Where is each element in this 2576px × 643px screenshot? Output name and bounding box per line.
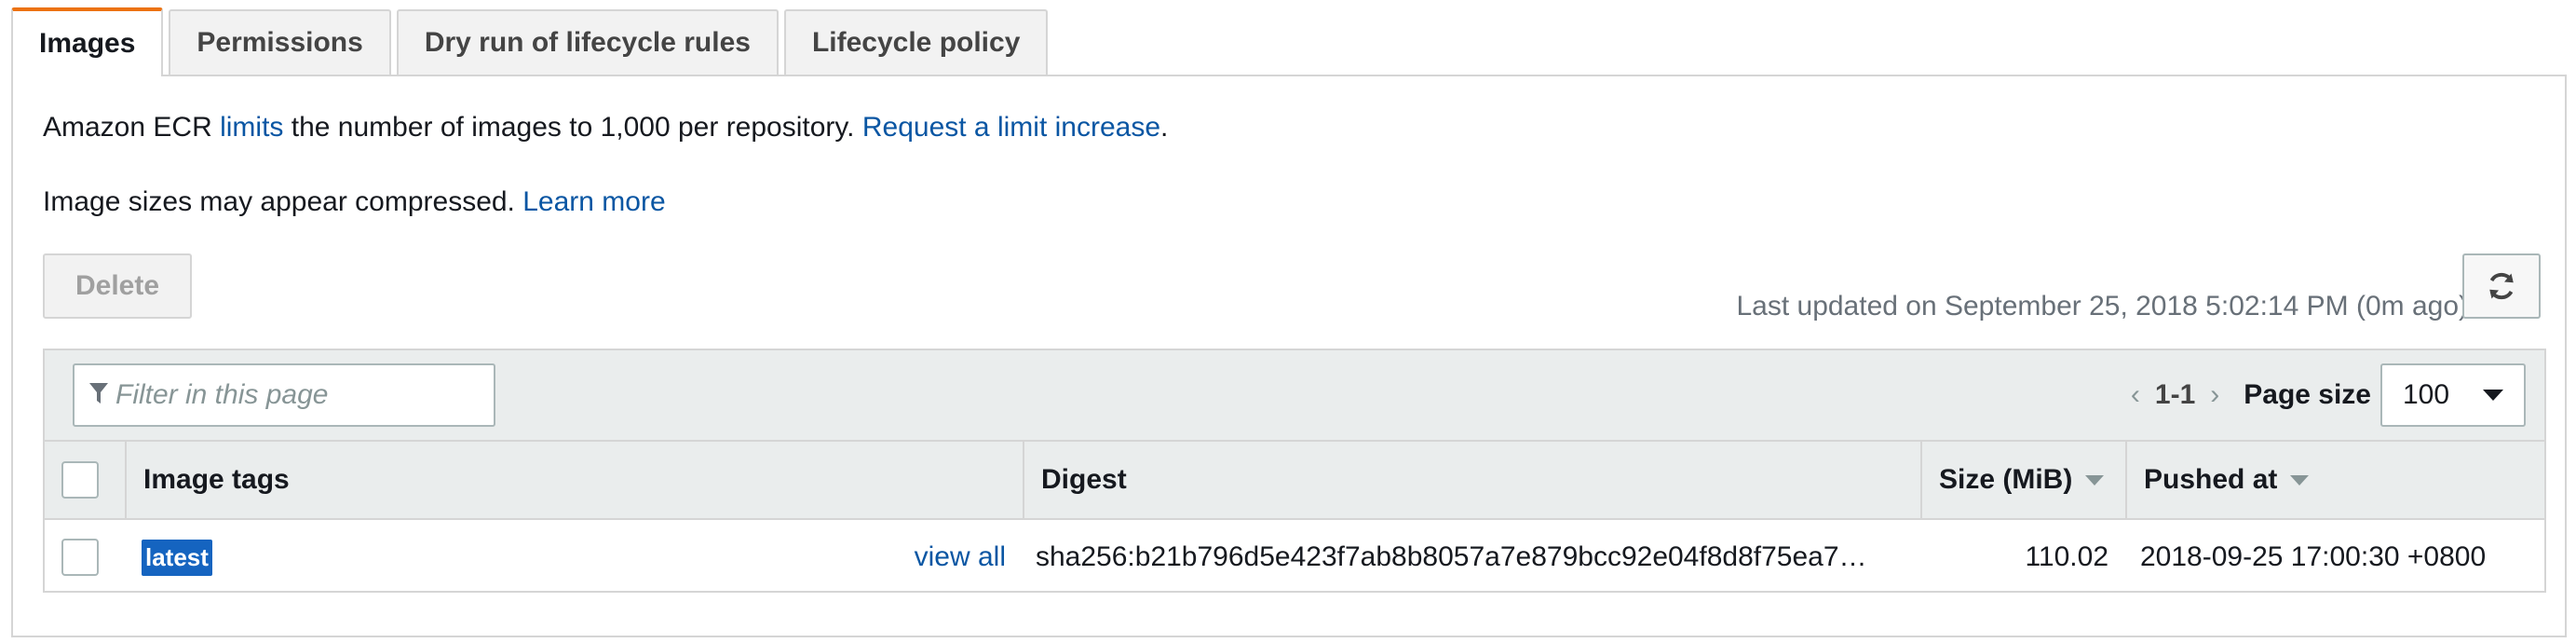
size-cell: 110.02 xyxy=(1922,520,2127,595)
image-tag-badge: latest xyxy=(142,539,212,576)
page-size-value: 100 xyxy=(2403,379,2450,410)
tab-dry-run-lifecycle-rules[interactable]: Dry run of lifecycle rules xyxy=(396,9,779,75)
next-page-icon[interactable]: › xyxy=(2201,379,2229,411)
select-all-cell xyxy=(45,442,127,518)
prev-page-icon[interactable]: ‹ xyxy=(2122,379,2149,411)
col-size-label: Size (MiB) xyxy=(1939,464,2073,495)
col-image-tags[interactable]: Image tags xyxy=(127,442,1024,518)
tab-permissions[interactable]: Permissions xyxy=(169,9,391,75)
col-pushed-at[interactable]: Pushed at xyxy=(2127,442,2544,518)
last-updated-text: Last updated on September 25, 2018 5:02:… xyxy=(1736,291,2468,322)
pushed-at-cell: 2018-09-25 17:00:30 +0800 xyxy=(2127,520,2544,595)
row-select-cell xyxy=(45,520,127,595)
limits-notice-middle: the number of images to 1,000 per reposi… xyxy=(283,112,862,143)
page-size-select[interactable]: 100 xyxy=(2380,363,2526,427)
chevron-down-icon xyxy=(2483,390,2503,401)
table-row: latest view all sha256:b21b796d5e423f7ab… xyxy=(45,520,2544,595)
tab-lifecycle-policy[interactable]: Lifecycle policy xyxy=(783,9,1049,75)
filter-placeholder: Filter in this page xyxy=(115,379,329,410)
learn-more-link[interactable]: Learn more xyxy=(522,186,665,217)
limits-notice: Amazon ECR limits the number of images t… xyxy=(43,112,1168,144)
filter-icon xyxy=(89,380,108,410)
ecr-repository-view: Images Permissions Dry run of lifecycle … xyxy=(0,0,2576,643)
select-all-checkbox[interactable] xyxy=(61,461,99,499)
col-pushed-at-label: Pushed at xyxy=(2144,464,2278,495)
sort-icon xyxy=(2085,474,2105,486)
pagination: ‹ 1-1 › Page size 100 xyxy=(2122,363,2526,427)
images-table: Filter in this page ‹ 1-1 › Page size 10… xyxy=(43,349,2546,593)
refresh-icon xyxy=(2489,272,2514,300)
compression-notice-text: Image sizes may appear compressed. xyxy=(43,186,523,217)
tab-images[interactable]: Images xyxy=(11,7,164,76)
page-range: 1-1 xyxy=(2154,379,2196,410)
tab-bar: Images Permissions Dry run of lifecycle … xyxy=(11,7,1049,76)
digest-value: sha256:b21b796d5e423f7ab8b8057a7e879bcc9… xyxy=(1036,541,1867,572)
col-digest-label: Digest xyxy=(1041,464,1127,495)
size-value: 110.02 xyxy=(2025,541,2108,572)
limits-link[interactable]: limits xyxy=(220,112,283,143)
col-size[interactable]: Size (MiB) xyxy=(1922,442,2127,518)
image-tags-cell: latest view all xyxy=(127,520,1024,595)
compression-notice: Image sizes may appear compressed. Learn… xyxy=(43,186,666,218)
col-image-tags-label: Image tags xyxy=(143,464,290,495)
row-checkbox[interactable] xyxy=(61,539,99,576)
digest-cell: sha256:b21b796d5e423f7ab8b8057a7e879bcc9… xyxy=(1024,520,1922,595)
delete-button[interactable]: Delete xyxy=(43,253,192,319)
sort-icon xyxy=(2290,474,2310,486)
pushed-at-value: 2018-09-25 17:00:30 +0800 xyxy=(2140,541,2487,572)
refresh-button[interactable] xyxy=(2462,253,2541,319)
table-header: Image tags Digest Size (MiB) Pushed at xyxy=(45,442,2544,520)
filter-input[interactable]: Filter in this page xyxy=(73,363,495,427)
table-toolbar: Filter in this page ‹ 1-1 › Page size 10… xyxy=(45,350,2544,442)
view-all-link[interactable]: view all xyxy=(915,541,1006,573)
page-size-label: Page size xyxy=(2244,379,2371,410)
images-panel: Amazon ECR limits the number of images t… xyxy=(11,75,2567,637)
limits-notice-prefix: Amazon ECR xyxy=(43,112,221,143)
col-digest[interactable]: Digest xyxy=(1024,442,1922,518)
limits-notice-suffix: . xyxy=(1160,112,1169,143)
request-limit-increase-link[interactable]: Request a limit increase xyxy=(862,112,1160,143)
